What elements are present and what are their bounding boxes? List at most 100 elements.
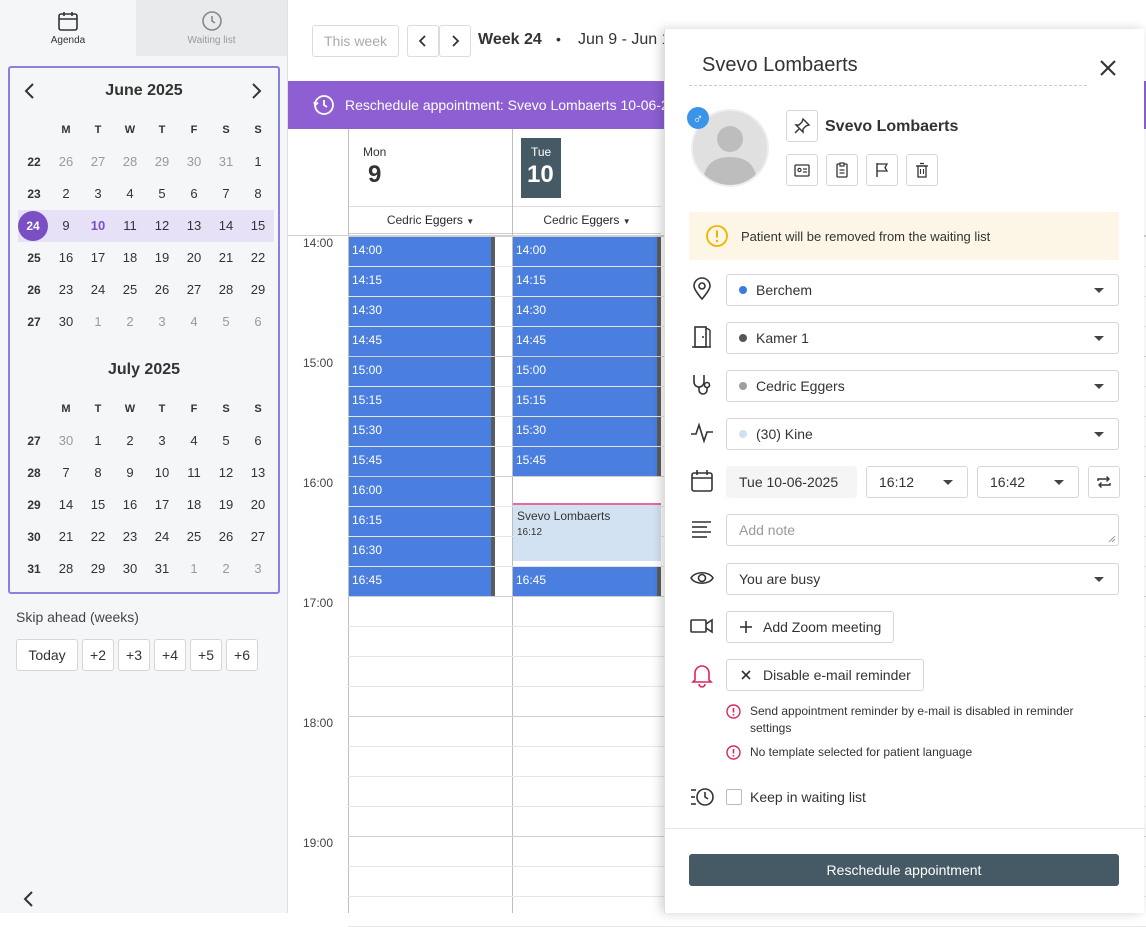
calendar-day[interactable]: 3 bbox=[242, 553, 274, 585]
calendar-day[interactable]: 14 bbox=[210, 210, 242, 242]
day-header-tue[interactable]: Tue 10 bbox=[513, 129, 661, 206]
calendar-day[interactable]: 2 bbox=[114, 425, 146, 457]
next-week-button[interactable] bbox=[439, 25, 471, 57]
patient-name[interactable]: Svevo Lombaerts bbox=[825, 118, 958, 136]
time-slot[interactable]: 16:30 bbox=[349, 537, 495, 566]
time-slot[interactable]: 16:45 bbox=[513, 567, 661, 596]
time-slot[interactable]: 14:30 bbox=[513, 297, 661, 326]
chevron-right-icon[interactable] bbox=[246, 81, 266, 101]
calendar-day[interactable]: 23 bbox=[114, 521, 146, 553]
calendar-day[interactable]: 3 bbox=[146, 306, 178, 338]
calendar-day[interactable]: 29 bbox=[82, 553, 114, 585]
calendar-day[interactable]: 8 bbox=[242, 178, 274, 210]
time-slot[interactable]: 16:00 bbox=[349, 477, 495, 506]
calendar-day[interactable]: 29 bbox=[242, 274, 274, 306]
week-row[interactable]: 28 7 8 9 10 11 12 13 bbox=[18, 457, 274, 489]
calendar-day[interactable]: 15 bbox=[242, 210, 274, 242]
start-time-select[interactable]: 16:12 bbox=[866, 466, 968, 498]
calendar-day[interactable]: 8 bbox=[82, 457, 114, 489]
week-number[interactable]: 27 bbox=[18, 306, 50, 338]
time-slot[interactable]: 15:45 bbox=[349, 447, 495, 476]
calendar-day[interactable]: 30 bbox=[50, 425, 82, 457]
practitioner-select[interactable]: Cedric Eggers bbox=[726, 370, 1119, 402]
time-slot[interactable]: 14:00 bbox=[349, 237, 495, 266]
calendar-day[interactable]: 7 bbox=[210, 178, 242, 210]
calendar-day[interactable]: 11 bbox=[178, 457, 210, 489]
time-slot[interactable]: 14:15 bbox=[349, 267, 495, 296]
flag-button[interactable] bbox=[866, 154, 898, 186]
week-row[interactable]: 29 14 15 16 17 18 19 20 bbox=[18, 489, 274, 521]
calendar-day[interactable]: 31 bbox=[146, 553, 178, 585]
week-row[interactable]: 27 30 1 2 3 4 5 6 bbox=[18, 425, 274, 457]
calendar-day[interactable]: 18 bbox=[114, 242, 146, 274]
delete-button[interactable] bbox=[906, 154, 938, 186]
calendar-day[interactable]: 4 bbox=[114, 178, 146, 210]
week-number[interactable]: 22 bbox=[18, 146, 50, 178]
location-select[interactable]: Berchem bbox=[726, 274, 1119, 306]
calendar-day[interactable]: 6 bbox=[242, 425, 274, 457]
week-row[interactable]: 24 9 10 11 12 13 14 15 bbox=[18, 210, 274, 242]
calendar-day[interactable]: 1 bbox=[82, 306, 114, 338]
calendar-day[interactable]: 17 bbox=[146, 489, 178, 521]
time-slot[interactable]: 14:00 bbox=[513, 237, 661, 266]
calendar-day[interactable]: 31 bbox=[210, 146, 242, 178]
calendar-day[interactable]: 10 bbox=[146, 457, 178, 489]
time-slot[interactable]: 16:45 bbox=[349, 567, 495, 596]
skip-today-button[interactable]: Today bbox=[16, 639, 78, 671]
calendar-day[interactable]: 16 bbox=[50, 242, 82, 274]
calendar-day[interactable]: 6 bbox=[242, 306, 274, 338]
calendar-day[interactable]: 22 bbox=[82, 521, 114, 553]
calendar-day[interactable]: 27 bbox=[82, 146, 114, 178]
calendar-day[interactable]: 13 bbox=[178, 210, 210, 242]
calendar-day[interactable]: 20 bbox=[178, 242, 210, 274]
week-number[interactable]: 26 bbox=[18, 274, 50, 306]
provider-select-tue[interactable]: Cedric Eggers ▼ bbox=[513, 206, 661, 234]
skip-5-button[interactable]: +5 bbox=[190, 639, 222, 671]
prev-week-button[interactable] bbox=[407, 25, 439, 57]
calendar-day[interactable]: 4 bbox=[178, 425, 210, 457]
reschedule-appointment-button[interactable]: Reschedule appointment bbox=[689, 854, 1119, 886]
week-number[interactable]: 23 bbox=[18, 178, 50, 210]
disable-email-reminder-button[interactable]: Disable e-mail reminder bbox=[726, 659, 924, 691]
time-slot[interactable]: 15:30 bbox=[513, 417, 661, 446]
calendar-day[interactable]: 27 bbox=[178, 274, 210, 306]
calendar-day[interactable]: 16 bbox=[114, 489, 146, 521]
week-row[interactable]: 22 26 27 28 29 30 31 1 bbox=[18, 146, 274, 178]
calendar-day[interactable]: 18 bbox=[178, 489, 210, 521]
calendar-day[interactable]: 28 bbox=[114, 146, 146, 178]
week-number[interactable]: 27 bbox=[18, 425, 50, 457]
calendar-day[interactable]: 20 bbox=[242, 489, 274, 521]
clipboard-button[interactable] bbox=[826, 154, 858, 186]
day-header-mon[interactable]: Mon 9 bbox=[349, 129, 512, 206]
calendar-day[interactable]: 28 bbox=[210, 274, 242, 306]
appointment-type-select[interactable]: (30) Kine bbox=[726, 418, 1119, 450]
time-slot[interactable]: 14:45 bbox=[349, 327, 495, 356]
skip-4-button[interactable]: +4 bbox=[154, 639, 186, 671]
week-number[interactable]: 30 bbox=[18, 521, 50, 553]
calendar-day[interactable]: 5 bbox=[146, 178, 178, 210]
time-slot[interactable]: 15:00 bbox=[513, 357, 661, 386]
calendar-day[interactable]: 9 bbox=[114, 457, 146, 489]
appointment-block[interactable]: Svevo Lombaerts 16:12 bbox=[513, 503, 661, 561]
tab-agenda[interactable]: Agenda bbox=[0, 0, 136, 56]
calendar-day[interactable]: 30 bbox=[114, 553, 146, 585]
calendar-day[interactable]: 25 bbox=[114, 274, 146, 306]
time-slot[interactable]: 15:15 bbox=[349, 387, 495, 416]
time-slot[interactable]: 15:15 bbox=[513, 387, 661, 416]
calendar-day[interactable]: 2 bbox=[114, 306, 146, 338]
calendar-day[interactable]: 2 bbox=[50, 178, 82, 210]
calendar-day[interactable]: 22 bbox=[242, 242, 274, 274]
week-number[interactable]: 24 bbox=[18, 210, 50, 242]
note-textarea[interactable]: Add note bbox=[726, 514, 1119, 546]
calendar-day[interactable]: 6 bbox=[178, 178, 210, 210]
calendar-day[interactable]: 28 bbox=[50, 553, 82, 585]
calendar-day[interactable]: 1 bbox=[178, 553, 210, 585]
calendar-day[interactable]: 3 bbox=[146, 425, 178, 457]
calendar-day[interactable]: 1 bbox=[242, 146, 274, 178]
calendar-day[interactable]: 26 bbox=[50, 146, 82, 178]
calendar-day[interactable]: 2 bbox=[210, 553, 242, 585]
calendar-day[interactable]: 12 bbox=[146, 210, 178, 242]
calendar-day[interactable]: 26 bbox=[210, 521, 242, 553]
skip-2-button[interactable]: +2 bbox=[82, 639, 114, 671]
calendar-day[interactable]: 23 bbox=[50, 274, 82, 306]
